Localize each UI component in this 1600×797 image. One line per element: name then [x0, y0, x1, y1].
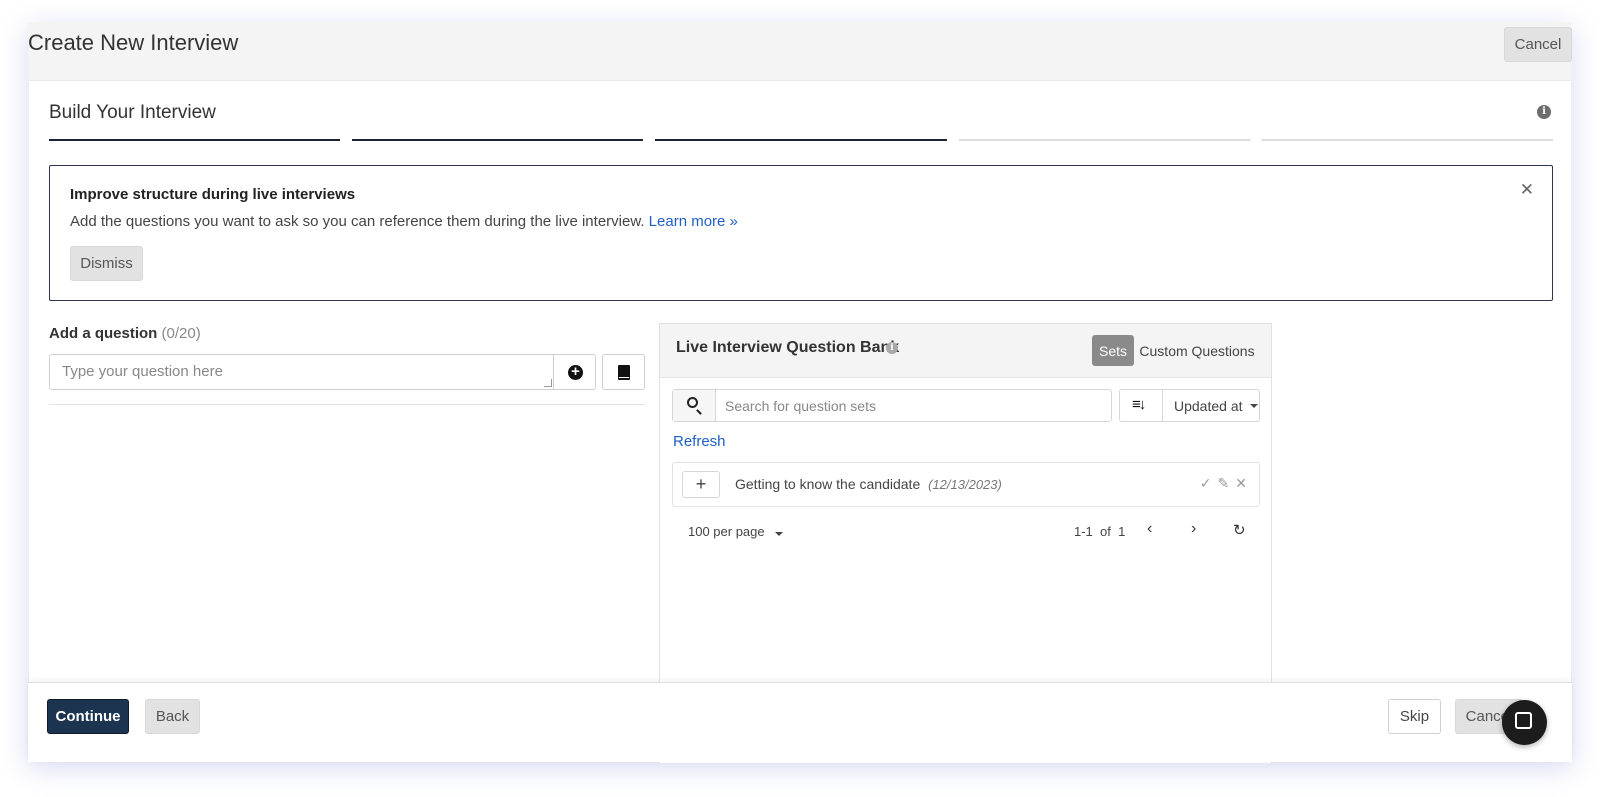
search-button[interactable] [673, 390, 716, 421]
add-question-label: Add a question (0/20) [49, 325, 201, 342]
bank-title: Live Interview Question Bank [676, 339, 900, 356]
sort-descending-icon: ≡↓ [1132, 396, 1146, 413]
question-set-row[interactable]: + Getting to know the candidate (12/13/2… [672, 462, 1260, 507]
question-set-name: Getting to know the candidate (12/13/202… [735, 476, 1002, 492]
plus-circle-icon: + [568, 364, 583, 380]
sort-control: ≡↓ Updated at [1119, 389, 1260, 422]
modal-header: Create New Interview Cancel [28, 22, 1572, 80]
skip-button[interactable]: Skip [1388, 699, 1441, 734]
next-page-icon[interactable]: › [1191, 520, 1196, 538]
create-interview-modal: Create New Interview Cancel Build Your I… [28, 22, 1572, 763]
learn-more-link[interactable]: Learn more » [649, 213, 738, 230]
range-text: 1-1 [1074, 524, 1093, 539]
reload-icon[interactable]: ↻ [1233, 521, 1246, 539]
search-icon [687, 397, 698, 408]
pagination: 100 per page 1-1 of 1 ‹ › ↻ [672, 520, 1260, 544]
build-interview-panel: Build Your Interview i Improve structure… [28, 80, 1572, 763]
info-icon[interactable]: i [1537, 105, 1551, 119]
callout-title: Improve structure during live interviews [70, 186, 356, 203]
range-total: 1 [1118, 524, 1126, 539]
question-count: (0/20) [161, 325, 201, 342]
divider [49, 404, 645, 405]
bank-header: Live Interview Question Bank i Sets Cust… [660, 324, 1271, 378]
info-icon[interactable]: i [886, 342, 898, 354]
refresh-link[interactable]: Refresh [673, 433, 726, 450]
chevron-down-icon [775, 532, 784, 536]
step-4 [958, 139, 1250, 141]
close-icon[interactable]: ✕ [1520, 180, 1534, 200]
close-icon[interactable]: ✕ [1235, 475, 1247, 492]
book-icon [618, 365, 630, 380]
callout-text: Add the questions you want to ask so you… [70, 213, 738, 230]
step-5 [1261, 139, 1554, 141]
section-title: Build Your Interview [49, 102, 216, 123]
back-button[interactable]: Back [145, 699, 200, 734]
chevron-down-icon[interactable]: ✓ [1200, 475, 1212, 492]
search-box [672, 389, 1112, 422]
tip-callout: Improve structure during live interviews… [49, 165, 1553, 301]
search-input[interactable] [717, 390, 1111, 421]
per-page-select[interactable]: 100 per page [688, 524, 784, 539]
sort-field-select[interactable]: Updated at [1164, 390, 1259, 421]
progress-steps [49, 139, 1554, 142]
question-input[interactable] [49, 354, 554, 390]
step-1 [49, 139, 341, 141]
range-of: of [1100, 524, 1111, 539]
step-3 [655, 139, 947, 141]
modal-footer: Continue Back Skip Cancel [28, 682, 1572, 762]
step-2 [352, 139, 644, 141]
dismiss-button[interactable]: Dismiss [70, 246, 143, 281]
set-name-text: Getting to know the candidate [735, 476, 921, 492]
sort-direction-button[interactable]: ≡↓ [1120, 390, 1163, 421]
continue-button[interactable]: Continue [47, 699, 129, 734]
per-page-label: 100 per page [688, 524, 765, 539]
page-range: 1-1 of 1 [1074, 524, 1125, 539]
sort-field-label: Updated at [1174, 397, 1243, 414]
add-question-label-text: Add a question [49, 325, 158, 342]
tab-sets[interactable]: Sets [1092, 335, 1134, 366]
tab-custom-questions[interactable]: Custom Questions [1138, 335, 1256, 366]
add-question-button[interactable]: + [553, 354, 596, 390]
chat-icon[interactable] [1502, 700, 1547, 745]
resize-handle[interactable] [544, 379, 552, 387]
pencil-icon[interactable]: ✎ [1218, 475, 1230, 492]
header-cancel-button[interactable]: Cancel [1504, 27, 1572, 62]
row-actions: ✓ ✎ ✕ [1200, 475, 1247, 492]
add-set-button[interactable]: + [682, 471, 720, 498]
question-bank-button[interactable] [602, 354, 645, 390]
callout-body: Add the questions you want to ask so you… [70, 213, 645, 230]
set-date: (12/13/2023) [928, 477, 1002, 492]
page-title: Create New Interview [28, 30, 239, 55]
chevron-down-icon [1249, 403, 1258, 408]
previous-page-icon[interactable]: ‹ [1147, 520, 1152, 538]
